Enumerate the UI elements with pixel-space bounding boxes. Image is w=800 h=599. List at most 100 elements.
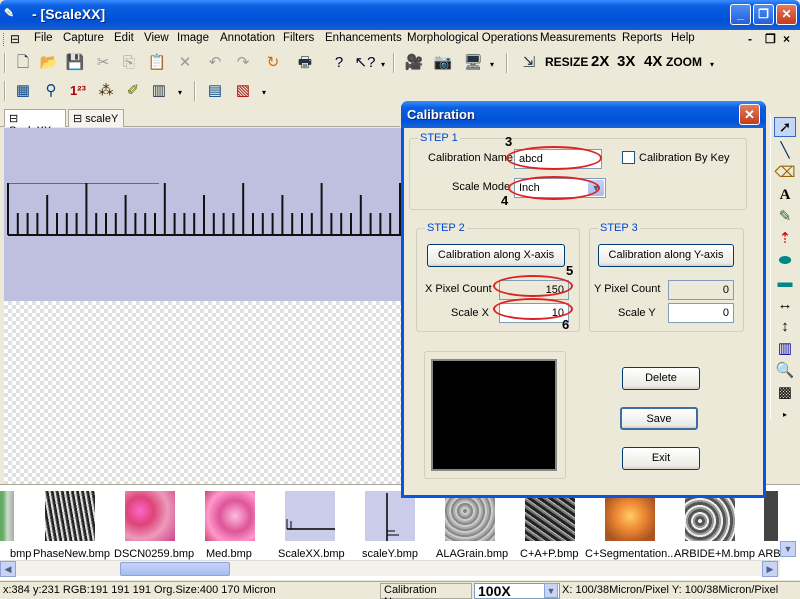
calibrate-y-axis-button[interactable]: Calibration along Y-axis	[598, 244, 734, 267]
thumbnail-image[interactable]	[205, 491, 255, 541]
scale-y-input[interactable]	[668, 303, 734, 323]
calibrate-x-axis-button[interactable]: Calibration along X-axis	[427, 244, 565, 267]
color-palette-icon[interactable]: ▩	[774, 383, 796, 403]
resize-icon[interactable]: ⇲	[518, 53, 540, 73]
menu-capture[interactable]: Capture	[63, 32, 104, 44]
y-pixel-count-field[interactable]	[668, 280, 734, 300]
measure-icon[interactable]: ⚲	[40, 81, 62, 101]
thumbnail-image[interactable]	[764, 491, 778, 541]
scroll-right-button[interactable]: ▶	[762, 561, 778, 577]
mdi-close-button[interactable]: ×	[783, 32, 790, 46]
calibration-by-key-checkbox[interactable]	[622, 151, 635, 164]
thumbnail-image[interactable]	[525, 491, 575, 541]
scale-bar-icon[interactable]: ▥	[774, 339, 796, 359]
menu-image[interactable]: Image	[177, 32, 209, 44]
menu-filters[interactable]: Filters	[283, 32, 314, 44]
arrow-tool-icon[interactable]: ⇡	[774, 229, 796, 249]
menu-reports[interactable]: Reports	[622, 32, 662, 44]
grid-icon[interactable]: ▦	[12, 81, 34, 101]
zoom-button[interactable]: ZOOM	[666, 55, 702, 69]
redo-icon[interactable]: ↷	[232, 53, 254, 73]
toolbar-overflow-icon[interactable]: ▾	[262, 88, 269, 100]
copy-icon[interactable]: ⎘	[118, 53, 140, 73]
thumbnail-image[interactable]	[445, 491, 495, 541]
print-icon[interactable]: 🖶	[294, 53, 316, 73]
thumbnail-image[interactable]	[0, 491, 14, 541]
delete-button[interactable]: Delete	[622, 367, 700, 390]
open-folder-icon[interactable]: 📂	[38, 53, 60, 73]
delete-icon[interactable]: ✕	[174, 53, 196, 73]
toolbar-grip[interactable]	[506, 53, 508, 73]
close-button[interactable]: ✕	[776, 4, 797, 25]
paste-icon[interactable]: 📋	[146, 53, 168, 73]
video-camera-icon[interactable]: 🎥	[403, 53, 425, 73]
camera-icon[interactable]: 📷	[432, 53, 454, 73]
toolbar-overflow-icon[interactable]: ▾	[381, 60, 388, 72]
menu-file[interactable]: File	[34, 32, 53, 44]
scrollbar-thumb[interactable]	[120, 562, 230, 576]
thumbnail-image[interactable]	[605, 491, 655, 541]
zoom-4x-button[interactable]: 4X	[644, 53, 662, 70]
tab-scaley[interactable]: ⊟ scaleY	[68, 109, 124, 127]
toolbar-overflow-icon[interactable]: ▾	[490, 60, 497, 72]
thumbnail-scroll-down-button[interactable]: ▼	[780, 541, 796, 557]
menu-annotation[interactable]: Annotation	[220, 32, 275, 44]
delete-report-icon[interactable]: ▧	[232, 81, 254, 101]
toolbar-overflow-icon[interactable]: ▾	[710, 60, 717, 72]
help-icon[interactable]: ?	[328, 53, 350, 73]
eraser-icon[interactable]: ⌫	[774, 163, 796, 183]
histogram-icon[interactable]: ▥	[148, 81, 170, 101]
report-icon[interactable]: ▤	[204, 81, 226, 101]
particles-icon[interactable]: ⁂	[95, 81, 117, 101]
new-file-icon[interactable]: 🗋	[12, 53, 34, 73]
restore-button[interactable]: ❐	[753, 4, 774, 25]
menu-grip[interactable]	[3, 33, 6, 46]
pencil-tool-icon[interactable]: ✐	[122, 81, 144, 101]
thumbnail-image[interactable]	[685, 491, 735, 541]
horizontal-measure-icon[interactable]: ↔	[774, 295, 796, 315]
minimize-button[interactable]: _	[730, 4, 751, 25]
zoom-3x-button[interactable]: 3X	[617, 53, 635, 70]
mdi-minimize-button[interactable]: -	[748, 32, 752, 46]
menu-view[interactable]: View	[144, 32, 169, 44]
toolbar-grip[interactable]	[194, 81, 196, 101]
save-button[interactable]: Save	[620, 407, 698, 430]
child-window-icon[interactable]: ⊟	[10, 32, 20, 46]
menu-help[interactable]: Help	[671, 32, 695, 44]
vertical-measure-icon[interactable]: ↕	[774, 317, 796, 337]
zoom-2x-button[interactable]: 2X	[591, 53, 609, 70]
menu-measurements[interactable]: Measurements	[540, 32, 616, 44]
toolbar-overflow-icon[interactable]: ▸	[774, 405, 796, 425]
resize-button[interactable]: RESIZE	[545, 55, 588, 69]
menu-morphological-operations[interactable]: Morphological Operations	[407, 32, 538, 44]
dialog-close-button[interactable]: ✕	[739, 104, 760, 125]
app-logo-icon[interactable]: ✎	[4, 6, 24, 22]
ellipse-tool-icon[interactable]: ⬬	[774, 251, 796, 271]
menu-enhancements[interactable]: Enhancements	[325, 32, 402, 44]
cut-icon[interactable]: ✂	[92, 53, 114, 73]
refresh-icon[interactable]: ↻	[262, 53, 284, 73]
brush-icon[interactable]: ✎	[774, 207, 796, 227]
toolbar-grip[interactable]	[4, 53, 6, 73]
count-icon[interactable]: 1²³	[67, 81, 89, 101]
text-tool-icon[interactable]: A	[774, 185, 796, 205]
chevron-down-icon[interactable]: ▼	[544, 583, 558, 598]
thumbnail-image[interactable]	[285, 491, 335, 541]
tab-scalexx[interactable]: ⊟ ScaleXX	[4, 109, 66, 137]
undo-icon[interactable]: ↶	[204, 53, 226, 73]
thumbnail-image[interactable]	[125, 491, 175, 541]
magnifier-icon[interactable]: 🔍	[774, 361, 796, 381]
scroll-left-button[interactable]: ◀	[0, 561, 16, 577]
thumbnail-image[interactable]	[45, 491, 95, 541]
toolbar-grip[interactable]	[393, 53, 395, 73]
dialog-title-bar[interactable]: Calibration ✕	[401, 101, 766, 128]
capture-settings-icon[interactable]: 🖥	[462, 53, 484, 73]
rectangle-tool-icon[interactable]: ▬	[774, 273, 796, 293]
menu-edit[interactable]: Edit	[114, 32, 134, 44]
thumbnail-image[interactable]	[365, 491, 415, 541]
context-help-icon[interactable]: ↖?	[354, 53, 376, 73]
toolbar-grip[interactable]	[4, 81, 6, 101]
save-icon[interactable]: 💾	[64, 53, 86, 73]
mdi-restore-button[interactable]: ❐	[765, 32, 776, 46]
image-canvas[interactable]	[4, 128, 402, 484]
